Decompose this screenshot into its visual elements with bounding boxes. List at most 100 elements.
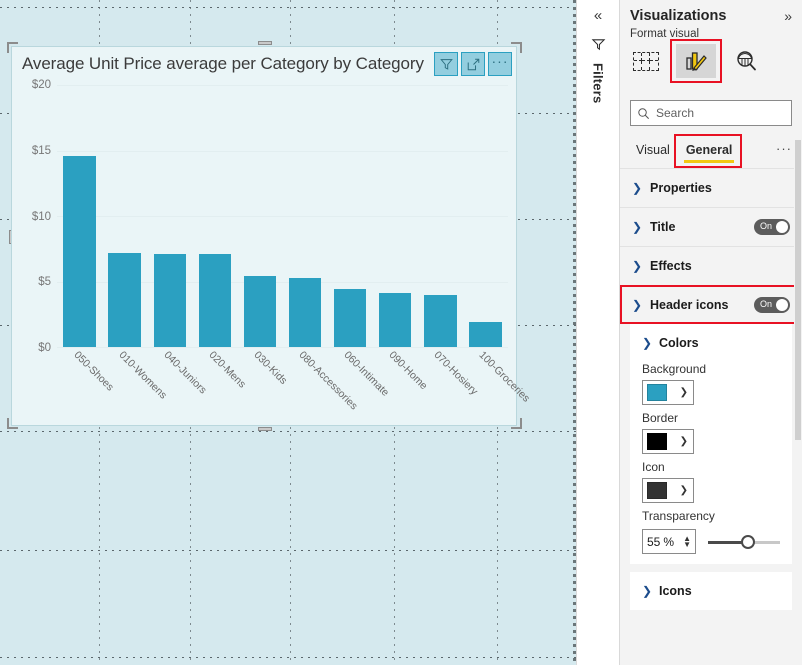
- transparency-unit: %: [663, 534, 675, 549]
- chevron-right-icon: ❯: [632, 181, 643, 195]
- border-label: Border: [642, 411, 679, 425]
- search-input[interactable]: Search: [630, 100, 792, 126]
- tab-general[interactable]: General: [680, 139, 739, 163]
- section-header-icons[interactable]: ❯ Header icons On: [620, 285, 802, 324]
- transparency-stepper[interactable]: 55 % ▲ ▼: [642, 529, 696, 554]
- format-subtab-strip: Visual General ···: [620, 134, 802, 168]
- filter-funnel-icon: [591, 37, 606, 57]
- format-visual-tab[interactable]: [676, 44, 716, 78]
- toggle-knob: [776, 221, 788, 233]
- search-icon: [638, 107, 649, 119]
- canvas-guide-line: [0, 657, 576, 658]
- bar[interactable]: [288, 277, 322, 347]
- x-label-slot: 080-Accessories: [282, 345, 360, 415]
- canvas-guide-line: [0, 431, 576, 432]
- transparency-slider[interactable]: [708, 534, 780, 550]
- expand-pane-icon[interactable]: »: [784, 9, 792, 23]
- scrollbar-thumb[interactable]: [795, 140, 801, 440]
- chevron-down-icon: ❯: [632, 298, 643, 312]
- x-label-slot: 070-Hosiery: [418, 345, 481, 415]
- y-axis-tick-label: $5: [38, 276, 51, 289]
- slider-thumb[interactable]: [740, 534, 755, 549]
- tab-general-wrapper: General: [673, 134, 742, 168]
- format-pane-scrollbar[interactable]: [794, 100, 802, 665]
- bar[interactable]: [243, 276, 277, 347]
- chart-plot: $0 $5 $10 $15 $20: [32, 79, 508, 354]
- analytics-tab[interactable]: [726, 44, 766, 78]
- bar[interactable]: [198, 254, 232, 347]
- bar-slot: [463, 85, 508, 347]
- bar[interactable]: [469, 322, 502, 347]
- chevron-right-icon: ❯: [632, 259, 643, 273]
- border-color-swatch: [647, 433, 667, 450]
- bar[interactable]: [333, 289, 367, 347]
- colors-header[interactable]: ❯ Colors: [630, 330, 792, 356]
- bar-slot: [192, 85, 237, 347]
- more-options-icon[interactable]: ···: [488, 52, 512, 76]
- filters-pane-collapsed[interactable]: « Filters: [576, 0, 619, 665]
- background-color-picker[interactable]: ❯: [642, 380, 694, 405]
- stepper-arrows[interactable]: ▲ ▼: [683, 534, 691, 548]
- bar-slot: [147, 85, 192, 347]
- colors-subsection: ❯ Colors Background ❯ Border ❯ Icon ❯ Tr…: [630, 324, 792, 564]
- filters-label: Filters: [590, 63, 606, 104]
- paintbrush-icon: [686, 52, 707, 71]
- chevron-down-icon: ❯: [642, 336, 653, 350]
- bar[interactable]: [63, 155, 96, 347]
- chevron-down-icon: ❯: [679, 387, 688, 398]
- bar[interactable]: [378, 293, 412, 347]
- report-canvas[interactable]: Average Unit Price average per Category …: [0, 0, 576, 665]
- y-axis-tick-label: $15: [31, 144, 51, 157]
- title-toggle-label: On: [760, 221, 773, 231]
- visual-header: Average Unit Price average per Category …: [12, 47, 516, 81]
- resize-handle-bottom[interactable]: [258, 427, 272, 431]
- focus-mode-icon[interactable]: [461, 52, 485, 76]
- filter-icon[interactable]: [434, 52, 458, 76]
- x-label-slot: 100-Groceries: [463, 345, 533, 415]
- transparency-label: Transparency: [642, 509, 715, 523]
- y-axis-tick-label: $0: [38, 342, 51, 354]
- section-title[interactable]: ❯ Title On: [620, 207, 802, 246]
- title-toggle[interactable]: On: [754, 219, 790, 235]
- bar[interactable]: [424, 294, 457, 347]
- transparency-row: 55 % ▲ ▼: [630, 527, 792, 554]
- search-row: Search: [620, 100, 802, 134]
- section-label-properties: Properties: [650, 181, 712, 195]
- x-label-slot: 060-Intimate: [328, 345, 392, 415]
- tab-visual[interactable]: Visual: [630, 139, 676, 163]
- canvas-guide-line: [0, 7, 576, 8]
- bar[interactable]: [108, 252, 141, 347]
- header-icons-toggle[interactable]: On: [754, 297, 790, 313]
- bar[interactable]: [153, 254, 186, 347]
- chart-area: $0 $5 $10 $15 $20 050-Shoes 010-Womens 040-Jun…: [12, 79, 533, 425]
- build-visual-tab[interactable]: [626, 44, 666, 78]
- icon-color-picker[interactable]: ❯: [642, 478, 694, 503]
- section-label-effects: Effects: [650, 259, 692, 273]
- toggle-knob: [776, 299, 788, 311]
- background-label: Background: [642, 362, 707, 376]
- resize-handle-top[interactable]: [258, 41, 272, 45]
- section-properties[interactable]: ❯ Properties: [620, 168, 802, 207]
- icons-header[interactable]: ❯ Icons: [630, 572, 792, 610]
- section-effects[interactable]: ❯ Effects: [620, 246, 802, 285]
- chevron-right-icon: ❯: [632, 220, 643, 234]
- stepper-down-icon[interactable]: ▼: [683, 540, 691, 548]
- visual-title: Average Unit Price average per Category …: [22, 54, 424, 73]
- bar-slot: [373, 85, 418, 347]
- icons-subsection[interactable]: ❯ Icons: [630, 572, 792, 610]
- collapse-filters-icon[interactable]: «: [594, 8, 602, 23]
- x-label-slot: 050-Shoes: [57, 345, 115, 415]
- bar-slot: [237, 85, 282, 347]
- bar-chart-visual[interactable]: Average Unit Price average per Category …: [11, 46, 533, 426]
- visualizations-pane: Visualizations » Format visual Search Vi…: [619, 0, 802, 665]
- border-color-picker[interactable]: ❯: [642, 429, 694, 454]
- format-visual-label: Format visual: [630, 28, 700, 40]
- icon-color-swatch: [647, 482, 667, 499]
- bar-slot: [328, 85, 373, 347]
- x-label-slot: 040-Juniors: [147, 345, 208, 415]
- transparency-value: 55: [647, 534, 661, 549]
- x-label-slot: 090-Home: [373, 345, 430, 415]
- subtab-more-options[interactable]: ···: [776, 141, 792, 162]
- bar-slot: [418, 85, 463, 347]
- chart-x-axis-labels: 050-Shoes 010-Womens 040-Juniors 020-Mens 03…: [57, 345, 533, 415]
